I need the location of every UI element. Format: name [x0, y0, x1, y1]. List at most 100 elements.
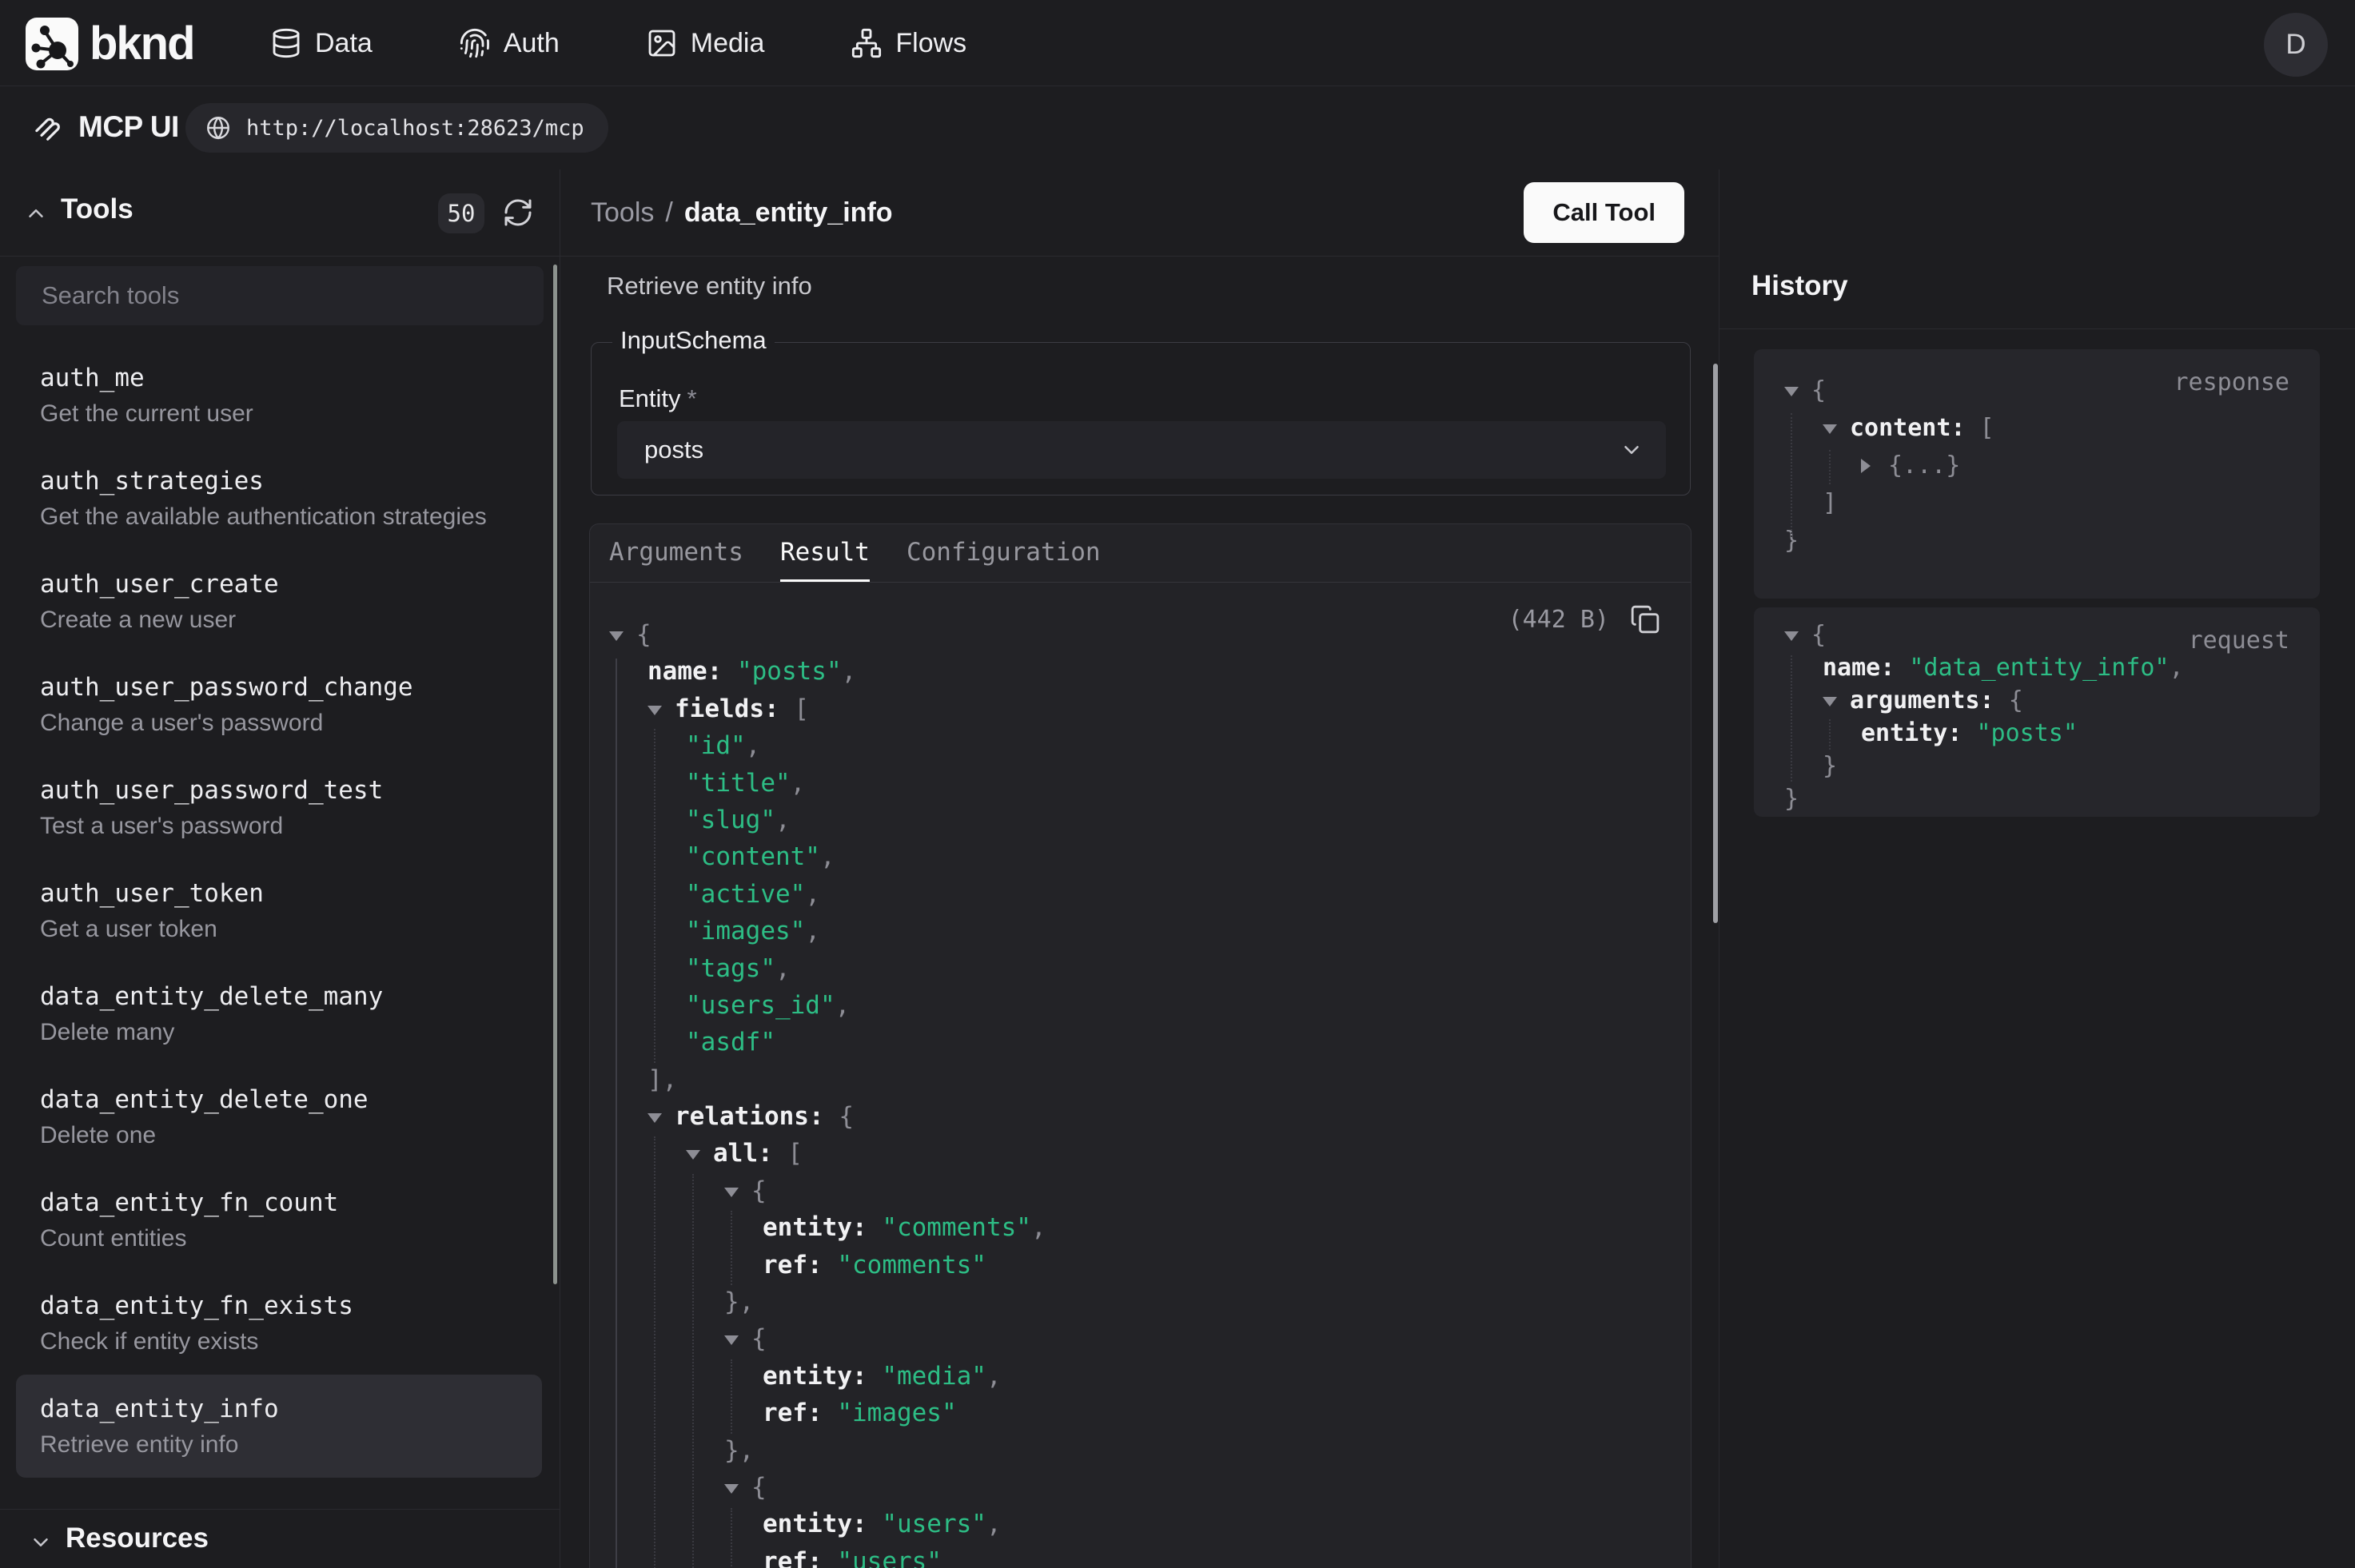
top-nav: Data Auth Media Flows: [270, 0, 966, 86]
indent-guide: [654, 729, 655, 1063]
history-card[interactable]: response{content: [{...}]}: [1754, 349, 2320, 599]
chevron-up-icon[interactable]: [24, 201, 48, 225]
expand-toggle-icon[interactable]: [1861, 447, 1888, 484]
json-row: {: [609, 1172, 1659, 1209]
chevron-down-icon: [29, 1530, 53, 1554]
tool-list-item[interactable]: auth_strategiesGet the available authent…: [16, 447, 542, 550]
input-schema-legend: InputSchema: [612, 326, 775, 355]
history-panel: History response{content: [{...}]}reques…: [1719, 169, 2355, 1568]
collapse-toggle-icon[interactable]: [724, 1469, 751, 1506]
tool-list-item[interactable]: auth_user_password_changeChange a user's…: [16, 653, 542, 756]
collapse-toggle-icon[interactable]: [648, 690, 675, 727]
json-row: relations: {: [609, 1098, 1659, 1135]
image-icon: [646, 27, 678, 59]
collapse-toggle-icon[interactable]: [1823, 684, 1850, 717]
tools-section-title: Tools: [61, 193, 133, 225]
resources-section[interactable]: Resources: [0, 1509, 560, 1568]
collapse-toggle-icon[interactable]: [609, 616, 636, 653]
tool-list-item[interactable]: auth_user_password_testTest a user's pas…: [16, 756, 542, 859]
tool-name: auth_user_password_change: [40, 672, 542, 702]
collapse-toggle-icon[interactable]: [1784, 619, 1811, 651]
nav-item-label: Media: [691, 28, 765, 59]
bknd-logo-icon: [26, 18, 78, 70]
tool-list-item[interactable]: auth_user_create Create a new user: [16, 550, 542, 653]
result-tabs: Arguments Result Configuration: [590, 524, 1691, 583]
brand-logo[interactable]: bknd: [26, 17, 194, 70]
tool-list-item[interactable]: data_entity_fn_existsCheck if entity exi…: [16, 1272, 542, 1375]
refresh-tools-button[interactable]: [502, 197, 534, 229]
json-row: ],: [609, 1061, 1659, 1098]
collapse-toggle-icon[interactable]: [724, 1172, 751, 1209]
tool-name: auth_user_password_test: [40, 775, 542, 806]
history-card[interactable]: request{name: "data_entity_info",argumen…: [1754, 607, 2320, 817]
collapse-toggle-icon[interactable]: [724, 1320, 751, 1357]
mcp-url: http://localhost:28623/mcp: [246, 116, 584, 141]
fingerprint-icon: [459, 27, 491, 59]
tool-name: auth_strategies: [40, 466, 542, 496]
tool-name: data_entity_info: [40, 1394, 542, 1424]
tool-list-item[interactable]: auth_user_tokenGet a user token: [16, 859, 542, 962]
mcp-title: MCP UI: [78, 110, 179, 144]
tab-result[interactable]: Result: [780, 524, 870, 582]
json-row: }: [1754, 750, 2320, 782]
tool-list-item[interactable]: data_entity_delete_manyDelete many: [16, 962, 542, 1065]
entity-select[interactable]: posts: [617, 421, 1666, 479]
json-row: },: [609, 1432, 1659, 1469]
network-icon: [851, 27, 883, 59]
tool-list-item[interactable]: data_entity_delete_oneDelete one: [16, 1065, 542, 1168]
search-input[interactable]: [16, 266, 544, 325]
avatar[interactable]: D: [2264, 13, 2328, 77]
history-card-type: response: [2174, 368, 2290, 396]
breadcrumb-separator: /: [665, 197, 672, 229]
mcp-icon: [30, 112, 64, 145]
json-row: "active",: [609, 876, 1659, 913]
tool-description: Get a user token: [40, 914, 542, 945]
nav-item-data[interactable]: Data: [270, 27, 373, 59]
tool-list-item[interactable]: auth_meGet the current user: [16, 344, 542, 447]
indent-guide: [731, 1359, 732, 1434]
json-row: name: "posts",: [609, 653, 1659, 690]
main-header: Tools / data_entity_info Call Tool: [560, 169, 1719, 257]
nav-item-flows[interactable]: Flows: [851, 27, 966, 59]
tool-list: auth_meGet the current userauth_strategi…: [16, 344, 542, 1478]
tab-configuration[interactable]: Configuration: [907, 524, 1101, 582]
nav-item-auth[interactable]: Auth: [459, 27, 560, 59]
nav-item-media[interactable]: Media: [646, 27, 765, 59]
json-row: all: [: [609, 1135, 1659, 1172]
json-row: name: "data_entity_info",: [1754, 651, 2320, 684]
json-row: entity: "media",: [609, 1358, 1659, 1395]
mcp-url-pill[interactable]: http://localhost:28623/mcp: [185, 103, 608, 153]
breadcrumb-root[interactable]: Tools: [591, 197, 654, 229]
copy-icon[interactable]: [1630, 604, 1660, 635]
tool-list-item[interactable]: data_entity_fn_countCount entities: [16, 1168, 542, 1272]
mcp-bar: MCP UI http://localhost:28623/mcp: [0, 87, 2355, 169]
json-row: {: [609, 1469, 1659, 1506]
result-meta: (442 B): [1508, 604, 1660, 635]
json-row: entity: "users",: [609, 1506, 1659, 1542]
collapse-toggle-icon[interactable]: [686, 1135, 713, 1172]
tool-description: Retrieve entity info: [40, 1430, 542, 1460]
collapse-toggle-icon[interactable]: [648, 1098, 675, 1135]
nav-item-label: Flows: [895, 28, 966, 59]
history-title: History: [1751, 270, 1848, 302]
tab-arguments[interactable]: Arguments: [609, 524, 743, 582]
collapse-toggle-icon[interactable]: [1784, 372, 1811, 409]
nav-item-label: Data: [315, 28, 373, 59]
call-tool-button[interactable]: Call Tool: [1524, 182, 1684, 243]
indent-guide: [692, 1174, 694, 1568]
json-row: arguments: {: [1754, 684, 2320, 717]
input-schema-fieldset: InputSchema Entity* posts: [591, 342, 1691, 495]
json-row: ref: "users": [609, 1543, 1659, 1568]
brand-wordmark: bknd: [90, 17, 194, 70]
json-row: ]: [1754, 484, 2320, 522]
tool-list-item[interactable]: data_entity_info Retrieve entity info: [16, 1375, 542, 1478]
tool-name: data_entity_delete_many: [40, 981, 542, 1012]
json-row: }: [1754, 782, 2320, 815]
main-panel: Tools / data_entity_info Call Tool Retri…: [560, 169, 1719, 1568]
entity-select-value: posts: [644, 436, 703, 464]
collapse-toggle-icon[interactable]: [1823, 409, 1850, 447]
history-card-type: request: [2189, 627, 2289, 655]
json-row: entity: "comments",: [609, 1209, 1659, 1246]
tool-name: auth_user_create: [40, 569, 542, 599]
tool-description: Create a new user: [40, 605, 542, 635]
